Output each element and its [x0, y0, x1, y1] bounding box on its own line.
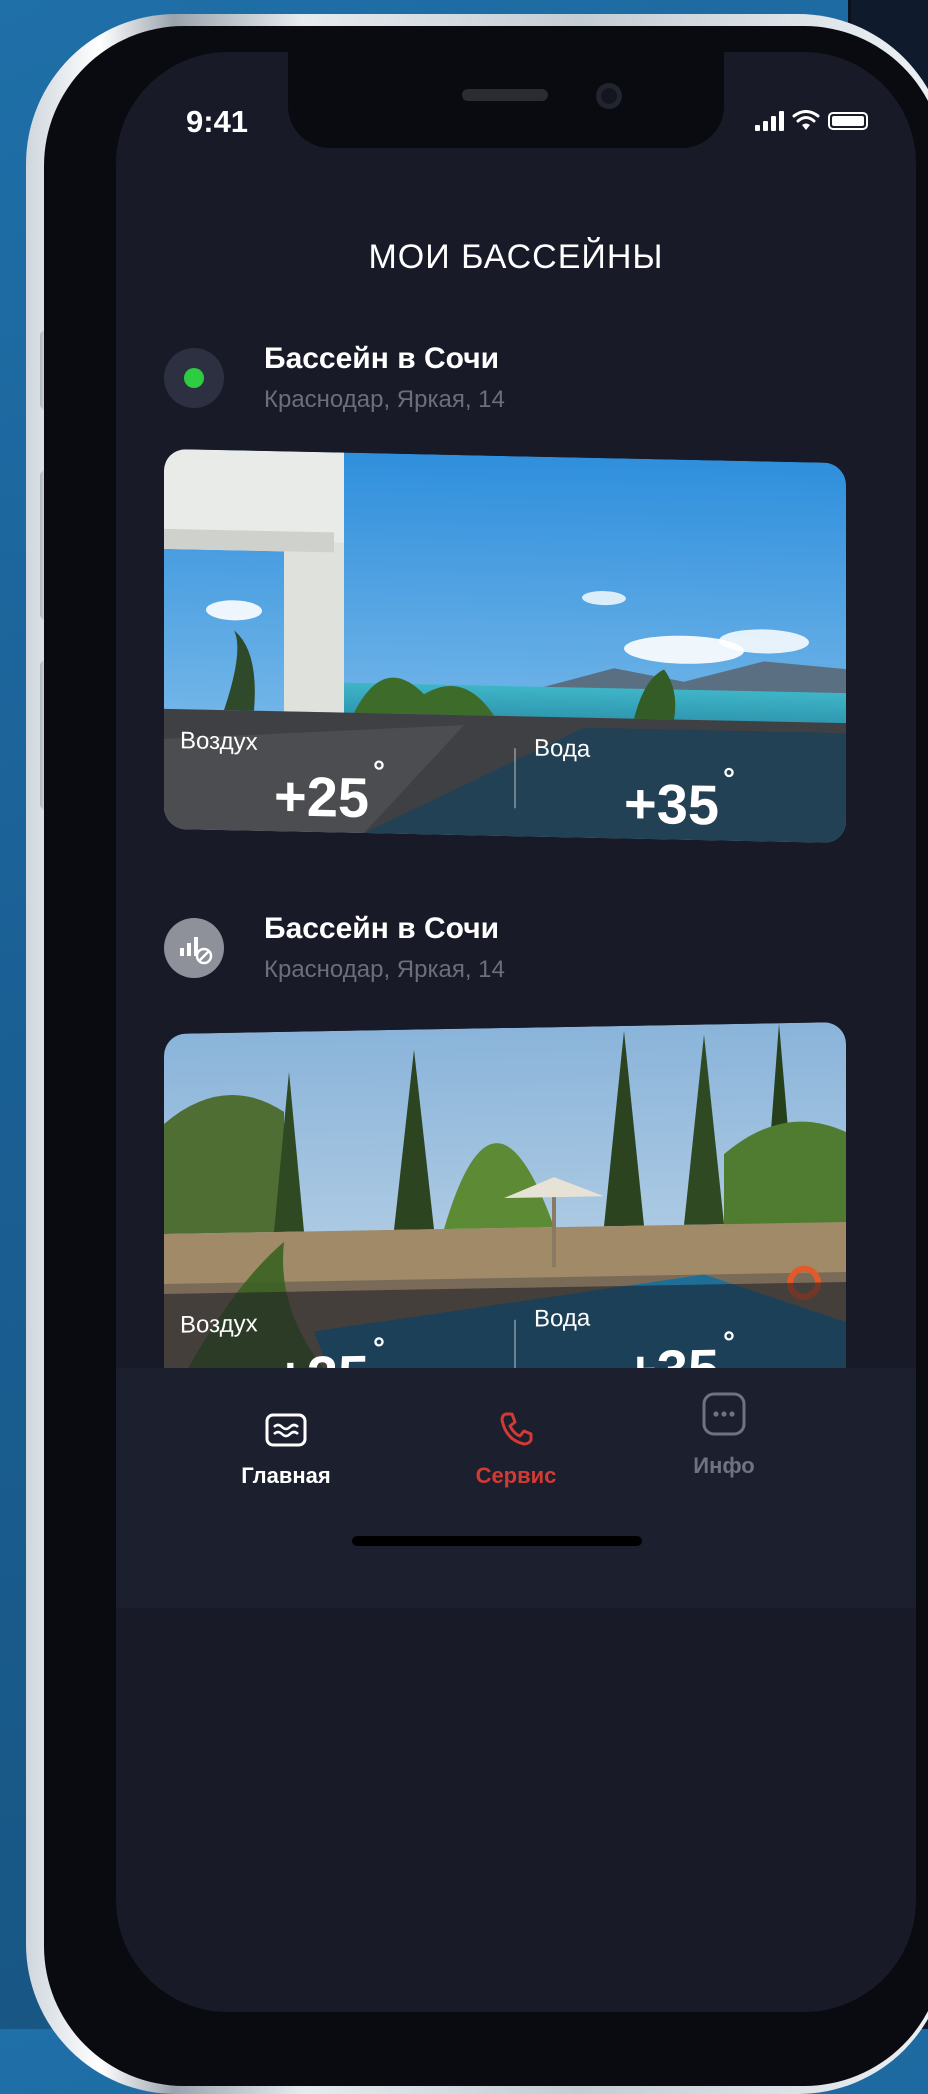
chat-dots-icon — [702, 1392, 746, 1436]
pool-card[interactable]: Воздух +25° Вода +35° — [164, 448, 846, 844]
status-indicator — [164, 918, 224, 978]
pool-name: Бассейн в Сочи — [264, 912, 500, 945]
status-time: 9:41 — [186, 104, 249, 139]
air-temperature: +25° — [274, 755, 385, 830]
tab-service[interactable]: Сервис — [416, 1408, 616, 1489]
air-label: Воздух — [180, 727, 258, 756]
tab-label: Сервис — [475, 1463, 557, 1488]
notch — [288, 52, 724, 148]
status-icons — [755, 110, 868, 132]
cellular-signal-icon — [755, 111, 784, 131]
tab-label: Инфо — [693, 1453, 755, 1478]
pool-header[interactable]: Бассейн в Сочи Краснодар, Яркая, 14 — [164, 912, 864, 983]
pool-address: Краснодар, Яркая, 14 — [264, 956, 505, 983]
pool-name: Бассейн в Сочи — [264, 342, 500, 375]
app-screen: 9:41 МОИ БАССЕЙНЫ Бассейн в Сочи Краснод… — [116, 52, 916, 2012]
page-title: МОИ БАССЕЙНЫ — [368, 238, 664, 276]
divider — [514, 748, 516, 809]
water-label: Вода — [534, 1304, 591, 1333]
pool-address: Краснодар, Яркая, 14 — [264, 386, 505, 413]
tab-label: Главная — [241, 1463, 331, 1488]
tab-info[interactable]: Инфо — [624, 1390, 824, 1479]
air-label: Воздух — [180, 1310, 258, 1339]
pool-header[interactable]: Бассейн в Сочи Краснодар, Яркая, 14 — [164, 342, 864, 413]
camera — [596, 83, 622, 109]
water-temperature: +35° — [624, 762, 735, 837]
tab-home[interactable]: Главная — [186, 1412, 386, 1489]
home-wave-icon — [265, 1413, 307, 1447]
no-signal-icon — [180, 937, 213, 965]
bottom-tab-bar: Главная Сервис Инфо — [116, 1368, 916, 1608]
water-label: Вода — [534, 734, 591, 763]
battery-icon — [828, 112, 868, 130]
online-dot-icon — [184, 368, 204, 388]
pool-card[interactable]: Воздух +25° Вода +35° — [164, 1022, 846, 1414]
wifi-icon — [792, 110, 820, 130]
temperature-overlay: Воздух +25° Вода +35° — [164, 708, 846, 844]
status-indicator — [164, 348, 224, 408]
home-indicator — [352, 1536, 642, 1546]
phone-icon — [500, 1412, 533, 1446]
speaker — [462, 89, 548, 101]
